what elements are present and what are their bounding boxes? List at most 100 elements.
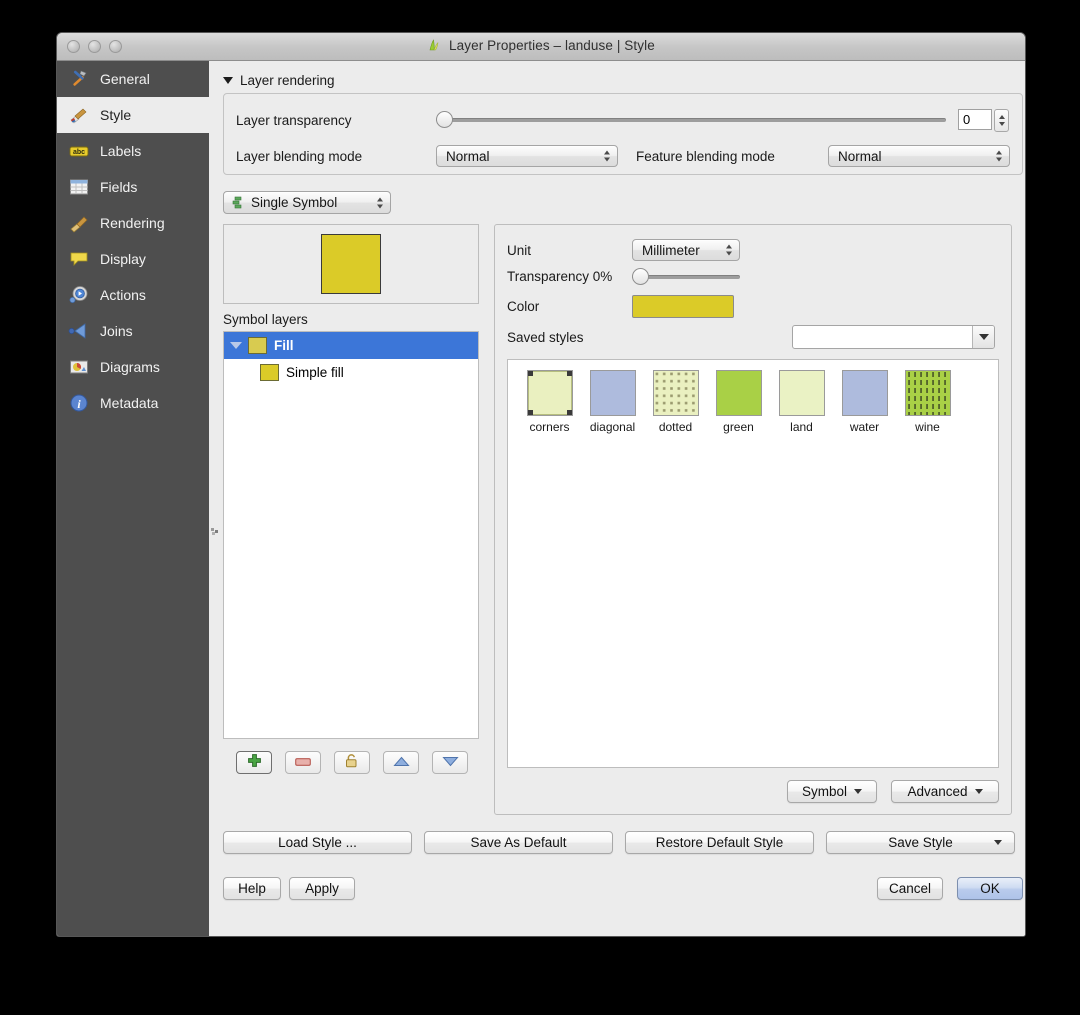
move-up-button[interactable] [383, 751, 419, 774]
chevron-updown-icon [604, 150, 610, 162]
symbol-layer-swatch [248, 337, 267, 354]
cancel-button[interactable]: Cancel [877, 877, 943, 900]
table-icon [67, 175, 91, 199]
ok-label: OK [980, 881, 1000, 896]
brush-icon [67, 103, 91, 127]
unit-select[interactable]: Millimeter [632, 239, 740, 261]
layer-transparency-spinbox[interactable] [958, 108, 1009, 132]
save-style-button[interactable]: Save Style [826, 831, 1015, 854]
chevron-updown-icon [377, 197, 383, 208]
saved-styles-combo[interactable] [792, 325, 995, 349]
sidebar-item-rendering[interactable]: Rendering [57, 205, 209, 241]
symbol-menu-label: Symbol [801, 784, 847, 799]
lock-icon [345, 753, 359, 773]
sidebar-item-joins[interactable]: Joins [57, 313, 209, 349]
sidebar-item-metadata[interactable]: i Metadata [57, 385, 209, 421]
sidebar-item-label: General [100, 71, 150, 87]
layer-transparency-slider[interactable] [436, 111, 946, 129]
style-swatch-dotted[interactable] [652, 370, 699, 416]
symbol-layers-tree[interactable]: Fill Simple fill [223, 331, 479, 739]
load-style-label: Load Style ... [278, 835, 357, 850]
slider-knob[interactable] [436, 111, 453, 128]
sidebar-item-label: Actions [100, 287, 146, 303]
add-symbol-layer-button[interactable] [236, 751, 272, 774]
join-arrow-icon [67, 319, 91, 343]
arrow-up-icon[interactable] [998, 114, 1005, 119]
load-style-button[interactable]: Load Style ... [223, 831, 412, 854]
style-swatch-land[interactable] [778, 370, 825, 416]
style-swatch-wine[interactable] [904, 370, 951, 416]
list-item[interactable]: dotted [644, 370, 707, 434]
list-item[interactable]: green [707, 370, 770, 434]
list-item[interactable]: corners [518, 370, 581, 434]
apply-label: Apply [305, 881, 339, 896]
sidebar-item-fields[interactable]: Fields [57, 169, 209, 205]
single-symbol-icon [232, 196, 245, 209]
sidebar-item-general[interactable]: General [57, 61, 209, 97]
color-label: Color [507, 298, 540, 314]
chevron-down-icon [223, 77, 233, 84]
style-name: land [790, 420, 813, 434]
ok-button[interactable]: OK [957, 877, 1023, 900]
cancel-label: Cancel [888, 881, 932, 896]
chevron-down-icon[interactable] [994, 840, 1002, 845]
style-swatch-corners[interactable] [526, 370, 573, 416]
chevron-updown-icon [996, 150, 1002, 162]
sidebar-item-label: Display [100, 251, 146, 267]
symbol-menu-button[interactable]: Symbol [787, 780, 877, 803]
save-style-label: Save Style [888, 835, 953, 850]
layer-rendering-section-header[interactable]: Layer rendering [223, 73, 1023, 88]
saved-styles-label: Saved styles [507, 329, 584, 345]
help-button[interactable]: Help [223, 877, 281, 900]
renderer-type-select[interactable]: Single Symbol [223, 191, 391, 214]
remove-symbol-layer-button[interactable] [285, 751, 321, 774]
symbol-preview-panel [223, 224, 479, 304]
speech-bubble-icon [67, 247, 91, 271]
sidebar-item-actions[interactable]: Actions [57, 277, 209, 313]
chevron-down-icon[interactable] [972, 326, 994, 348]
slider-knob[interactable] [632, 267, 649, 285]
saved-styles-list[interactable]: corners diagonal dotted green land water… [507, 359, 999, 768]
apply-button[interactable]: Apply [289, 877, 355, 900]
sidebar-item-labels[interactable]: abc Labels [57, 133, 209, 169]
sidebar-item-diagrams[interactable]: Diagrams [57, 349, 209, 385]
symbol-transparency-slider[interactable] [632, 267, 740, 286]
feature-blending-mode-select[interactable]: Normal [828, 145, 1010, 167]
layer-blending-mode-select[interactable]: Normal [436, 145, 618, 167]
color-swatch-button[interactable] [632, 294, 734, 318]
window-titlebar[interactable]: Layer Properties – landuse | Style [57, 33, 1025, 61]
table-row[interactable]: Fill [224, 332, 478, 359]
restore-default-style-button[interactable]: Restore Default Style [625, 831, 814, 854]
sidebar-item-display[interactable]: Display [57, 241, 209, 277]
sidebar-item-label: Fields [100, 179, 138, 195]
move-down-button[interactable] [432, 751, 468, 774]
list-item[interactable]: diagonal [581, 370, 644, 434]
arrow-down-icon[interactable] [998, 121, 1005, 126]
plus-icon [247, 753, 262, 773]
svg-text:abc: abc [73, 149, 85, 156]
table-row[interactable]: Simple fill [224, 359, 478, 386]
list-item[interactable]: wine [896, 370, 959, 434]
sidebar-item-style[interactable]: Style [57, 97, 209, 133]
style-swatch-green[interactable] [715, 370, 762, 416]
window-title: Layer Properties – landuse | Style [57, 38, 1025, 55]
style-name: wine [915, 420, 940, 434]
lock-colors-button[interactable] [334, 751, 370, 774]
abc-label-icon: abc [67, 139, 91, 163]
chevron-down-icon[interactable] [230, 342, 242, 349]
list-item[interactable]: land [770, 370, 833, 434]
layer-transparency-label: Layer transparency [236, 112, 352, 128]
symbol-layer-label: Simple fill [286, 365, 344, 380]
style-swatch-diagonal[interactable] [589, 370, 636, 416]
save-as-default-button[interactable]: Save As Default [424, 831, 613, 854]
style-name: water [849, 420, 880, 434]
style-name: diagonal [589, 420, 636, 434]
style-swatch-water[interactable] [841, 370, 888, 416]
list-item[interactable]: water [833, 370, 896, 434]
spinner-arrows[interactable] [994, 108, 1009, 132]
advanced-menu-button[interactable]: Advanced [891, 780, 999, 803]
layer-transparency-input[interactable] [958, 108, 992, 130]
panel-splitter-handle[interactable] [211, 523, 220, 535]
symbol-preview-swatch [321, 234, 381, 294]
feature-blending-mode-value: Normal [838, 148, 882, 164]
